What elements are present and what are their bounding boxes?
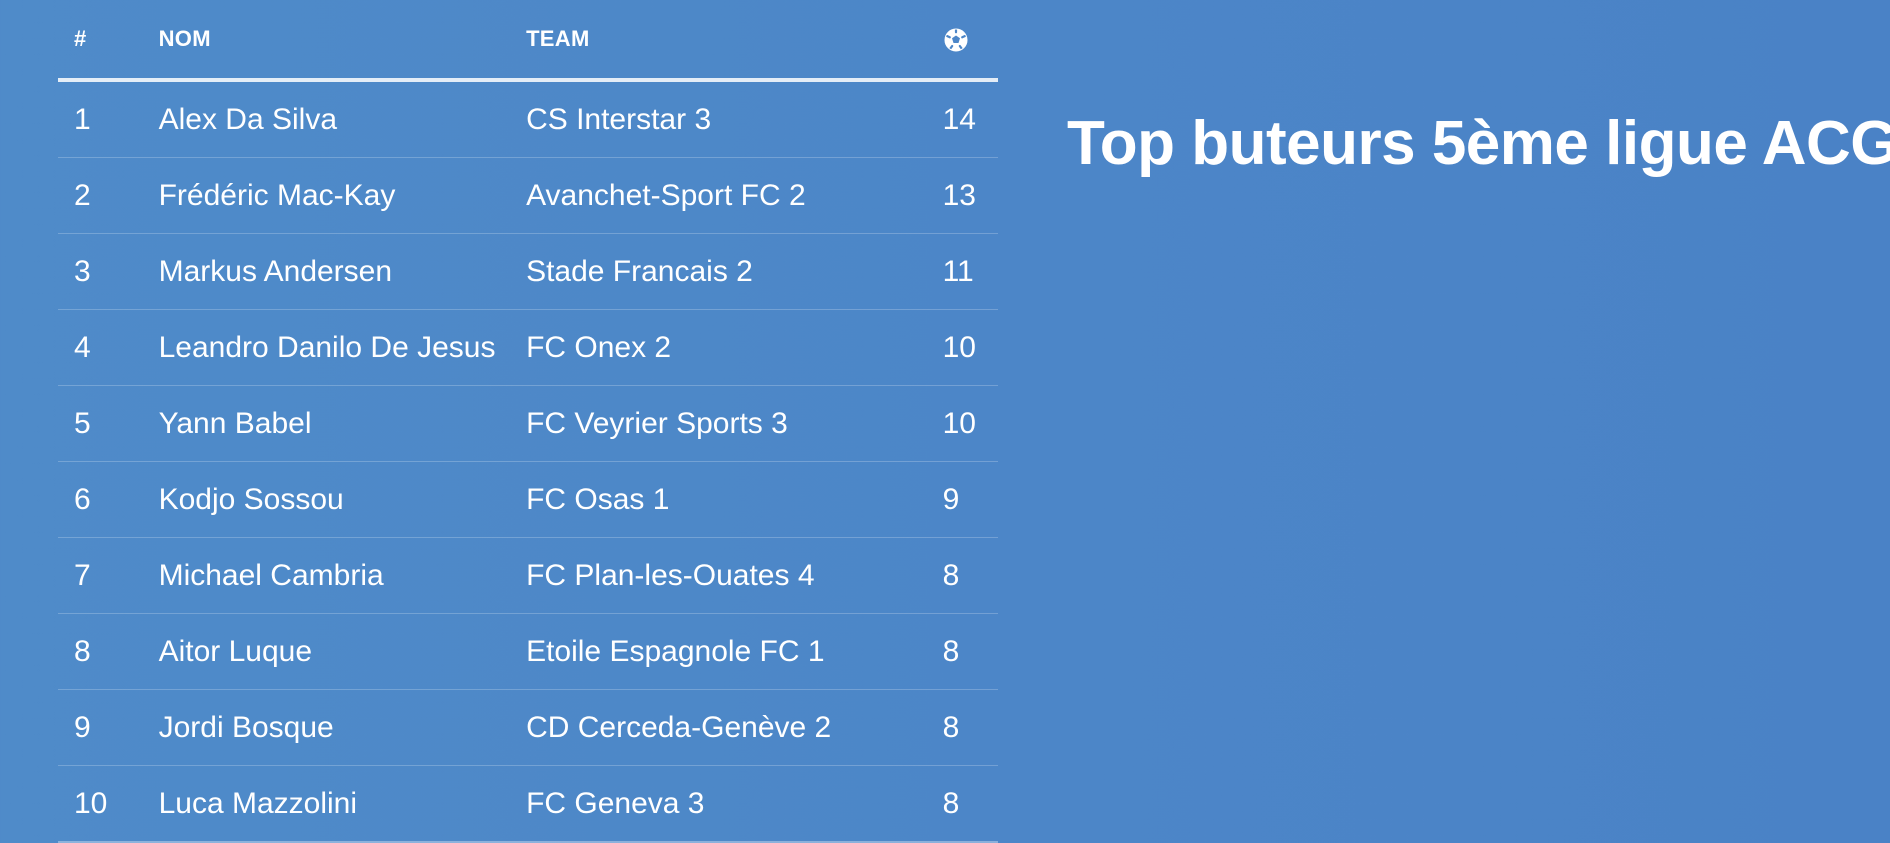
soccer-ball-icon <box>944 27 968 52</box>
table-row: 1 Alex Da Silva CS Interstar 3 14 <box>58 80 998 158</box>
cell-goals: 10 <box>942 385 998 462</box>
table-row: 7 Michael Cambria FC Plan-les-Ouates 48 <box>58 537 998 614</box>
cell-team: FC Veyrier Sports 3 <box>526 385 943 462</box>
cell-goals: 13 <box>942 157 998 234</box>
cell-team: FC Plan-les-Ouates 4 <box>526 537 943 614</box>
cell-goals: 10 <box>942 309 998 386</box>
cell-player-name: Yann Babel <box>158 385 527 462</box>
table-row: 6 Kodjo Sossou FC Osas 19 <box>58 461 998 538</box>
cell-player-name: Markus Andersen <box>158 233 527 310</box>
cell-player-name: Aitor Luque <box>158 613 527 690</box>
cell-player-name: Frédéric Mac-Kay <box>158 157 527 234</box>
cell-team: CD Cerceda-Genève 2 <box>526 689 943 766</box>
cell-rank: 5 <box>58 385 159 462</box>
cell-team: CS Interstar 3 <box>526 80 943 158</box>
cell-rank: 10 <box>58 765 159 843</box>
cell-goals: 14 <box>942 80 998 158</box>
header-team: TEAM <box>526 0 943 82</box>
cell-team: FC Osas 1 <box>526 461 943 538</box>
header-goals <box>942 0 998 82</box>
table-row: 8 Aitor Luque Etoile Espagnole FC 18 <box>58 613 998 690</box>
cell-goals: 8 <box>942 613 998 690</box>
cell-player-name: Michael Cambria <box>158 537 527 614</box>
top-scorers-table: # NOM TEAM 1 Alex Da Silva CS Interstar 31… <box>58 0 998 843</box>
cell-rank: 2 <box>58 157 159 234</box>
table-row: 5 Yann Babel FC Veyrier Sports 3 10 <box>58 385 998 462</box>
cell-player-name: Luca Mazzolini <box>158 765 527 843</box>
header-rank: # <box>58 0 159 82</box>
table-row: 2 Frédéric Mac-Kay Avanchet-Sport FC 2 13 <box>58 157 998 234</box>
cell-rank: 7 <box>58 537 159 614</box>
table-row: 10 Luca Mazzolini FC Geneva 38 <box>58 765 998 843</box>
cell-rank: 1 <box>58 80 159 158</box>
table-row: 9 Jordi Bosque CD Cerceda-Genève 28 <box>58 689 998 766</box>
cell-team: Stade Francais 2 <box>526 233 943 310</box>
cell-player-name: Kodjo Sossou <box>158 461 527 538</box>
cell-player-name: Jordi Bosque <box>158 689 527 766</box>
table-row: 3 Markus Andersen Stade Francais 2 11 <box>58 233 998 310</box>
cell-rank: 6 <box>58 461 159 538</box>
cell-rank: 3 <box>58 233 159 310</box>
cell-team: Etoile Espagnole FC 1 <box>526 613 943 690</box>
cell-rank: 8 <box>58 613 159 690</box>
table-body: 1 Alex Da Silva CS Interstar 3 14 2 Frédéric … <box>58 80 998 843</box>
table-row: 4 Leandro Danilo De Jesus FC Onex 2 10 <box>58 309 998 386</box>
cell-team: FC Onex 2 <box>526 309 943 386</box>
cell-team: Avanchet-Sport FC 2 <box>526 157 943 234</box>
cell-goals: 8 <box>942 765 998 843</box>
cell-goals: 8 <box>942 537 998 614</box>
cell-goals: 8 <box>942 689 998 766</box>
cell-rank: 4 <box>58 309 159 386</box>
cell-rank: 9 <box>58 689 159 766</box>
cell-team: FC Geneva 3 <box>526 765 943 843</box>
header-name: NOM <box>158 0 527 82</box>
page-title: Top buteurs 5ème ligue ACGF <box>1067 109 1890 178</box>
table-header-row: # NOM TEAM <box>58 0 998 82</box>
cell-goals: 9 <box>942 461 998 538</box>
cell-goals: 11 <box>942 233 998 310</box>
cell-player-name: Leandro Danilo De Jesus <box>158 309 527 386</box>
cell-player-name: Alex Da Silva <box>158 80 527 158</box>
